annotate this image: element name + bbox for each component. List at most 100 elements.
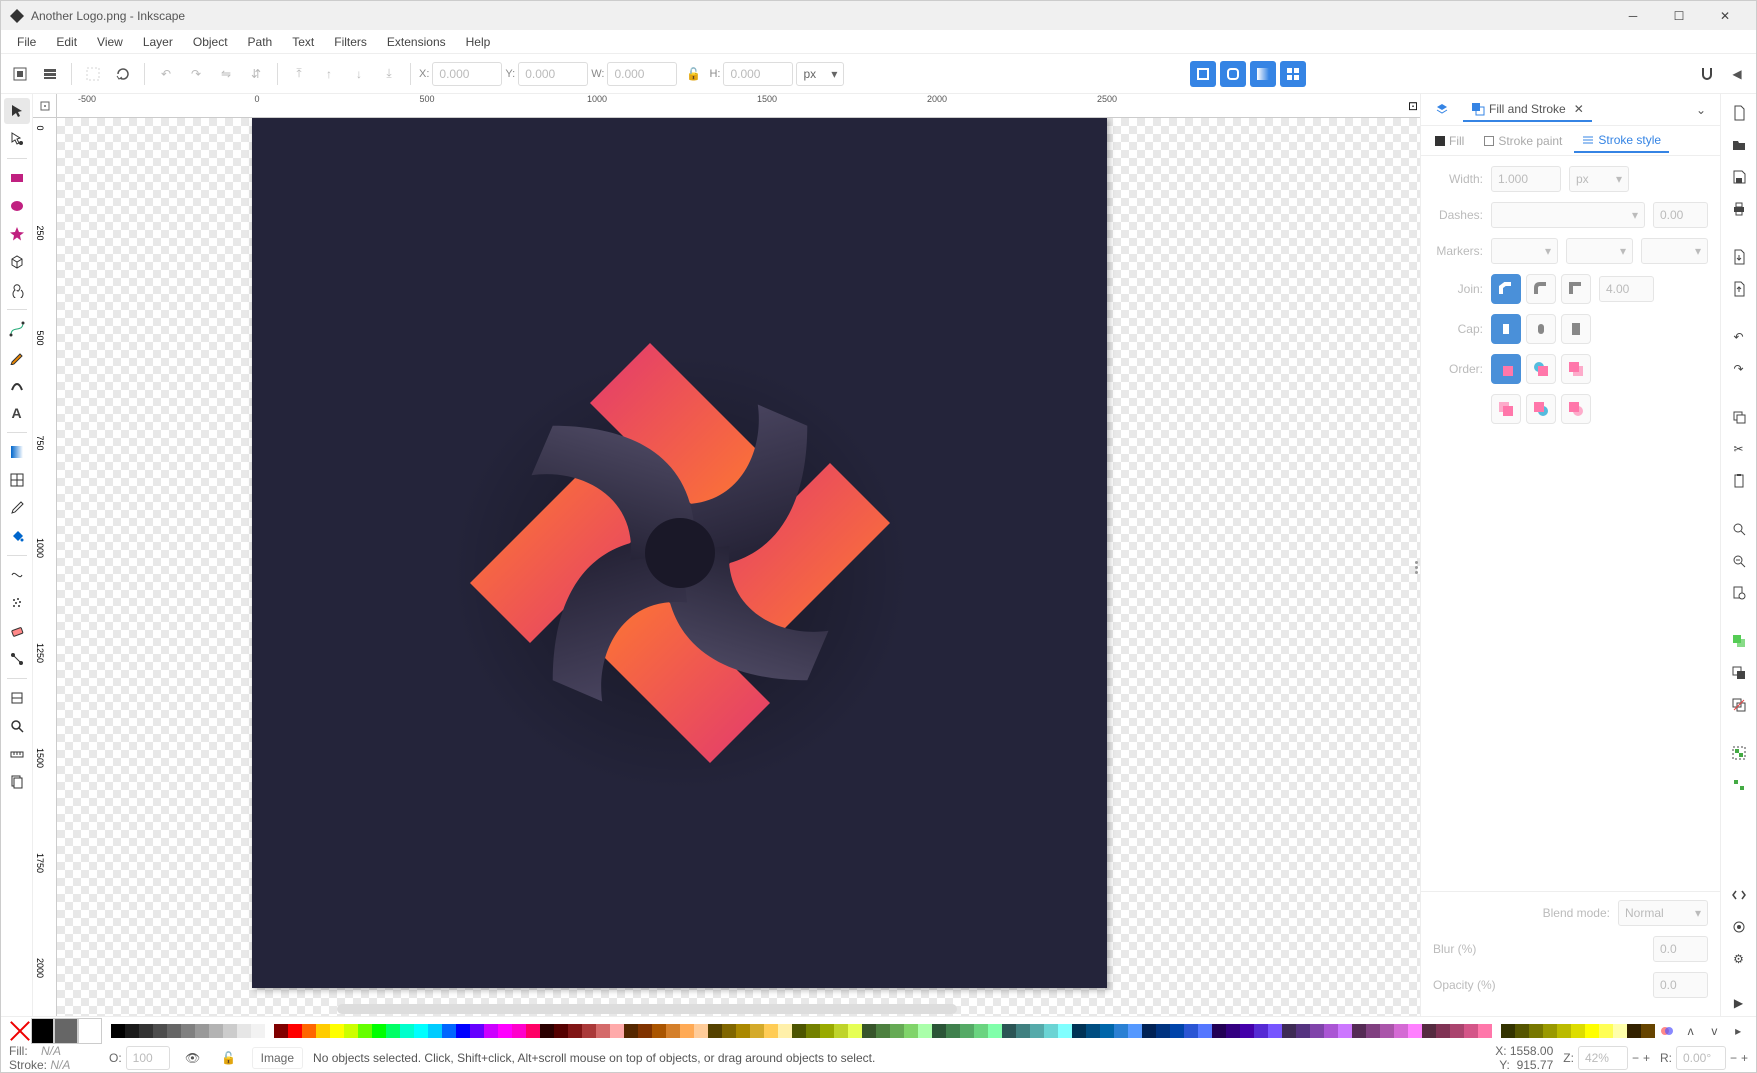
zoom-fit-icon[interactable] [1726, 516, 1752, 542]
swatch[interactable] [1338, 1024, 1352, 1038]
swatch[interactable] [1613, 1024, 1627, 1038]
rotate-object-icon[interactable] [110, 61, 136, 87]
swatch[interactable] [750, 1024, 764, 1038]
star-tool-icon[interactable] [4, 221, 30, 247]
raise-icon[interactable]: ↑ [316, 61, 342, 87]
h-input[interactable]: 0.000 [723, 62, 793, 86]
close-tab-icon[interactable]: ✕ [1574, 102, 1584, 116]
join-round-icon[interactable] [1526, 274, 1556, 304]
swatch[interactable] [414, 1024, 428, 1038]
pencil-tool-icon[interactable] [4, 344, 30, 370]
swatch[interactable] [442, 1024, 456, 1038]
stroke-width-input[interactable]: 1.000 [1491, 166, 1561, 192]
swatch[interactable] [708, 1024, 722, 1038]
swatch[interactable] [596, 1024, 610, 1038]
swatch[interactable] [624, 1024, 638, 1038]
menu-path[interactable]: Path [238, 32, 283, 52]
swatch[interactable] [512, 1024, 526, 1038]
deselect-icon[interactable] [80, 61, 106, 87]
swatch[interactable] [932, 1024, 946, 1038]
bezier-tool-icon[interactable] [4, 316, 30, 342]
swatch[interactable] [400, 1024, 414, 1038]
rotate-ccw-icon[interactable]: ↶ [153, 61, 179, 87]
black-swatch[interactable] [31, 1018, 55, 1044]
swatch[interactable] [638, 1024, 652, 1038]
swatch[interactable] [125, 1024, 139, 1038]
rotation-input[interactable]: 0.00° [1676, 1046, 1726, 1070]
swatch[interactable] [1599, 1024, 1613, 1038]
clone-icon[interactable] [1726, 660, 1752, 686]
guide-lock-icon[interactable]: ⊡ [1406, 94, 1420, 118]
pages-tool-icon[interactable] [4, 769, 30, 795]
swatch[interactable] [582, 1024, 596, 1038]
swatch[interactable] [1198, 1024, 1212, 1038]
more-commands-icon[interactable]: ▶ [1726, 990, 1752, 1016]
swatch[interactable] [1170, 1024, 1184, 1038]
cap-square-icon[interactable] [1561, 314, 1591, 344]
cap-butt-icon[interactable] [1491, 314, 1521, 344]
swatch[interactable] [1002, 1024, 1016, 1038]
order-mfs-icon[interactable] [1491, 394, 1521, 424]
minimize-button[interactable]: ─ [1610, 2, 1656, 30]
swatch[interactable] [1282, 1024, 1296, 1038]
connector-tool-icon[interactable] [4, 646, 30, 672]
swatch[interactable] [554, 1024, 568, 1038]
ruler-horizontal[interactable]: -500 0 500 1000 1500 2000 2500 [57, 94, 1406, 118]
swatch[interactable] [946, 1024, 960, 1038]
swatch[interactable] [540, 1024, 554, 1038]
spiral-tool-icon[interactable] [4, 277, 30, 303]
selector-tool-icon[interactable] [4, 98, 30, 124]
raise-top-icon[interactable]: ⤒ [286, 61, 312, 87]
swatch[interactable] [386, 1024, 400, 1038]
white-swatch[interactable] [78, 1018, 102, 1044]
swatch[interactable] [764, 1024, 778, 1038]
canvas[interactable] [57, 118, 1420, 1016]
flip-horizontal-icon[interactable]: ⇋ [213, 61, 239, 87]
palette-menu-icon[interactable]: ▸ [1726, 1018, 1750, 1044]
paintbucket-tool-icon[interactable] [4, 523, 30, 549]
blend-mode-select[interactable]: Normal▾ [1618, 900, 1708, 926]
swatch[interactable] [1352, 1024, 1366, 1038]
swatch[interactable] [223, 1024, 237, 1038]
gradient-tool-icon[interactable] [4, 439, 30, 465]
menu-view[interactable]: View [87, 32, 133, 52]
measure-tool-icon[interactable] [4, 741, 30, 767]
panel-drag-handle[interactable] [1412, 552, 1420, 582]
swatch[interactable] [1016, 1024, 1030, 1038]
swatch[interactable] [1394, 1024, 1408, 1038]
blur-input[interactable]: 0.0 [1653, 936, 1708, 962]
swatch[interactable] [428, 1024, 442, 1038]
swatch[interactable] [111, 1024, 125, 1038]
join-bevel-icon[interactable] [1491, 274, 1521, 304]
zoom-out-icon[interactable]: − [1632, 1051, 1639, 1065]
swatch[interactable] [736, 1024, 750, 1038]
palette-next-icon[interactable]: v [1703, 1018, 1727, 1044]
swatch[interactable] [1543, 1024, 1557, 1038]
layers-tab-icon[interactable] [1427, 98, 1457, 122]
swatch[interactable] [890, 1024, 904, 1038]
swatch[interactable] [694, 1024, 708, 1038]
transform-scale-corners-icon[interactable] [1220, 61, 1246, 87]
swatch[interactable] [195, 1024, 209, 1038]
fill-subtab[interactable]: Fill [1427, 130, 1472, 152]
swatch[interactable] [792, 1024, 806, 1038]
swatch[interactable] [209, 1024, 223, 1038]
rotate-cw-icon[interactable]: ↷ [183, 61, 209, 87]
swatch[interactable] [372, 1024, 386, 1038]
group-icon[interactable] [1726, 740, 1752, 766]
swatch[interactable] [1380, 1024, 1394, 1038]
swatch[interactable] [652, 1024, 666, 1038]
swatch[interactable] [153, 1024, 167, 1038]
order-smf-icon[interactable] [1526, 394, 1556, 424]
swatch[interactable] [1571, 1024, 1585, 1038]
swatch[interactable] [876, 1024, 890, 1038]
preferences-icon[interactable]: ⚙ [1726, 946, 1752, 972]
flip-vertical-icon[interactable]: ⇵ [243, 61, 269, 87]
dashes-offset-input[interactable]: 0.00 [1653, 202, 1708, 228]
swatch[interactable] [988, 1024, 1002, 1038]
swatch[interactable] [778, 1024, 792, 1038]
calligraphy-tool-icon[interactable] [4, 372, 30, 398]
order-sfm-icon[interactable] [1526, 354, 1556, 384]
swatch[interactable] [470, 1024, 484, 1038]
layer-lock-icon[interactable]: 🔓 [216, 1045, 242, 1071]
